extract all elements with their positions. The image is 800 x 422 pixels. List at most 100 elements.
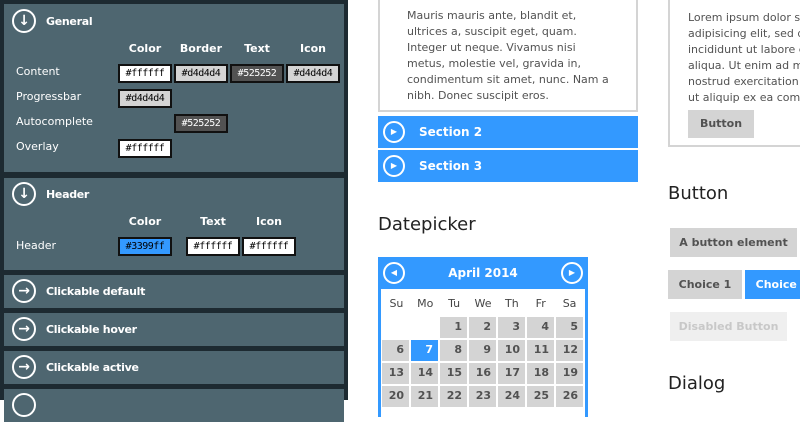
- weekday-label: Fr: [535, 296, 546, 310]
- datepicker: ◀ April 2014 ▶ Su Mo Tu We Th Fr Sa 1 2 3 4 5 6 7 8 9 10 1…: [378, 257, 588, 419]
- header-text-input[interactable]: #ffffff: [186, 237, 240, 256]
- content-border-input[interactable]: #d4d4d4: [174, 64, 228, 83]
- content-text-input[interactable]: #525252: [230, 64, 284, 83]
- panel-title: Clickable hover: [46, 322, 137, 336]
- text-line: ut aliquip ex ea comm: [688, 91, 800, 104]
- month-title: April 2014: [448, 266, 518, 280]
- triangle-right-icon: ▶: [383, 155, 405, 177]
- arrow-right-icon: →: [12, 279, 36, 303]
- day-cell[interactable]: 7: [411, 340, 438, 361]
- accordion-section-3[interactable]: ▶ Section 3: [378, 150, 638, 182]
- day-cell[interactable]: 23: [469, 386, 496, 407]
- day-cell[interactable]: 11: [527, 340, 554, 361]
- day-cell[interactable]: 21: [411, 386, 438, 407]
- day-cell[interactable]: 26: [556, 386, 583, 407]
- accordion-section-2[interactable]: ▶ Section 2: [378, 116, 638, 148]
- row-label: Overlay: [16, 140, 59, 153]
- tab-content: Lorem ipsum dolor sit adipisicing elit, s…: [668, 0, 800, 147]
- panel-title: General: [46, 14, 93, 28]
- triangle-right-icon: ▶: [383, 121, 405, 143]
- arrow-down-icon: ↓: [12, 9, 36, 33]
- theme-roller-sidebar: ↓ General Color Border Text Icon Content …: [0, 0, 348, 422]
- col-header: Text: [200, 215, 226, 228]
- clickable-hover-panel[interactable]: → Clickable hover: [4, 313, 344, 346]
- day-cell[interactable]: 13: [382, 363, 409, 384]
- panel-title: Clickable active: [46, 360, 139, 374]
- button-element[interactable]: A button element: [670, 228, 797, 257]
- content-icon-input[interactable]: #d4d4d4: [286, 64, 340, 83]
- col-header: Icon: [299, 42, 326, 55]
- section-label: Section 3: [419, 159, 483, 173]
- day-cell[interactable]: 24: [498, 386, 525, 407]
- col-header: Border: [179, 42, 223, 55]
- collapsed-panel[interactable]: [4, 389, 344, 422]
- dialog-heading: Dialog: [668, 373, 726, 394]
- weekday-label: Sa: [562, 296, 577, 310]
- text-line: adipisicing elit, sed do: [688, 27, 800, 40]
- header-color-input[interactable]: #3399ff: [118, 237, 172, 256]
- header-header[interactable]: ↓ Header: [12, 182, 89, 206]
- row-label: Autocomplete: [16, 115, 93, 128]
- day-cell[interactable]: 6: [382, 340, 409, 361]
- day-cell[interactable]: 17: [498, 363, 525, 384]
- day-cell[interactable]: 10: [498, 340, 525, 361]
- text-line: nostrud exercitation u: [688, 75, 800, 88]
- day-cell[interactable]: 12: [556, 340, 583, 361]
- day-cell[interactable]: 14: [411, 363, 438, 384]
- day-cell[interactable]: 20: [382, 386, 409, 407]
- row-label: Header: [16, 239, 57, 252]
- datepicker-heading: Datepicker: [378, 214, 476, 235]
- general-header[interactable]: ↓ General: [12, 9, 93, 33]
- day-cell[interactable]: 19: [556, 363, 583, 384]
- arrow-right-icon: →: [12, 355, 36, 379]
- col-header: Color: [128, 42, 162, 55]
- button-heading: Button: [668, 183, 729, 204]
- day-cell[interactable]: 16: [469, 363, 496, 384]
- arrow-right-icon: [12, 393, 36, 417]
- next-month-button[interactable]: ▶: [560, 262, 583, 284]
- box-button[interactable]: Button: [688, 110, 754, 138]
- clickable-default-panel[interactable]: → Clickable default: [4, 275, 344, 308]
- row-label: Progressbar: [16, 90, 82, 103]
- day-cell[interactable]: 9: [469, 340, 496, 361]
- autocomplete-border-input[interactable]: #525252: [174, 114, 228, 133]
- overlay-color-input[interactable]: #ffffff: [118, 139, 172, 158]
- clickable-active-panel[interactable]: → Clickable active: [4, 351, 344, 384]
- day-cell[interactable]: 22: [440, 386, 467, 407]
- col-header: Icon: [255, 215, 282, 228]
- row-label: Content: [16, 65, 60, 78]
- accordion-content: Mauris mauris ante, blandit et, ultrices…: [378, 0, 638, 112]
- progressbar-color-input[interactable]: #d4d4d4: [118, 89, 172, 108]
- text-line: Lorem ipsum dolor sit: [688, 11, 800, 24]
- section-label: Section 2: [419, 125, 483, 139]
- prev-month-button[interactable]: ◀: [383, 262, 405, 284]
- general-panel: ↓ General Color Border Text Icon Content …: [4, 4, 344, 172]
- text-line: aliqua. Ut enim ad mi: [688, 59, 800, 72]
- arrow-right-icon: →: [12, 317, 36, 341]
- day-cell[interactable]: 8: [440, 340, 467, 361]
- day-cell[interactable]: 25: [527, 386, 554, 407]
- panel-title: Clickable default: [46, 284, 146, 298]
- disabled-button: Disabled Button: [670, 312, 787, 341]
- text-line: incididunt ut labore et: [688, 43, 800, 56]
- choice-1-button[interactable]: Choice 1: [668, 270, 742, 299]
- weekday-label: Su: [389, 296, 404, 310]
- day-cell[interactable]: 4: [527, 317, 554, 338]
- day-cell[interactable]: 15: [440, 363, 467, 384]
- weekday-label: Mo: [417, 296, 434, 310]
- day-cell[interactable]: 1: [440, 317, 467, 338]
- content-color-input[interactable]: #ffffff: [118, 64, 172, 83]
- weekday-label: We: [474, 296, 492, 310]
- day-cell[interactable]: 18: [527, 363, 554, 384]
- day-cell[interactable]: 5: [556, 317, 583, 338]
- arrow-down-icon: ↓: [12, 182, 36, 206]
- weekday-label: Tu: [448, 296, 461, 310]
- choice-2-button[interactable]: Choice 2: [745, 270, 800, 299]
- header-icon-input[interactable]: #ffffff: [242, 237, 296, 256]
- col-header: Text: [244, 42, 270, 55]
- col-header: Color: [128, 215, 162, 228]
- panel-title: Header: [46, 187, 90, 201]
- empty-day: [382, 317, 409, 338]
- day-cell[interactable]: 3: [498, 317, 525, 338]
- day-cell[interactable]: 2: [469, 317, 496, 338]
